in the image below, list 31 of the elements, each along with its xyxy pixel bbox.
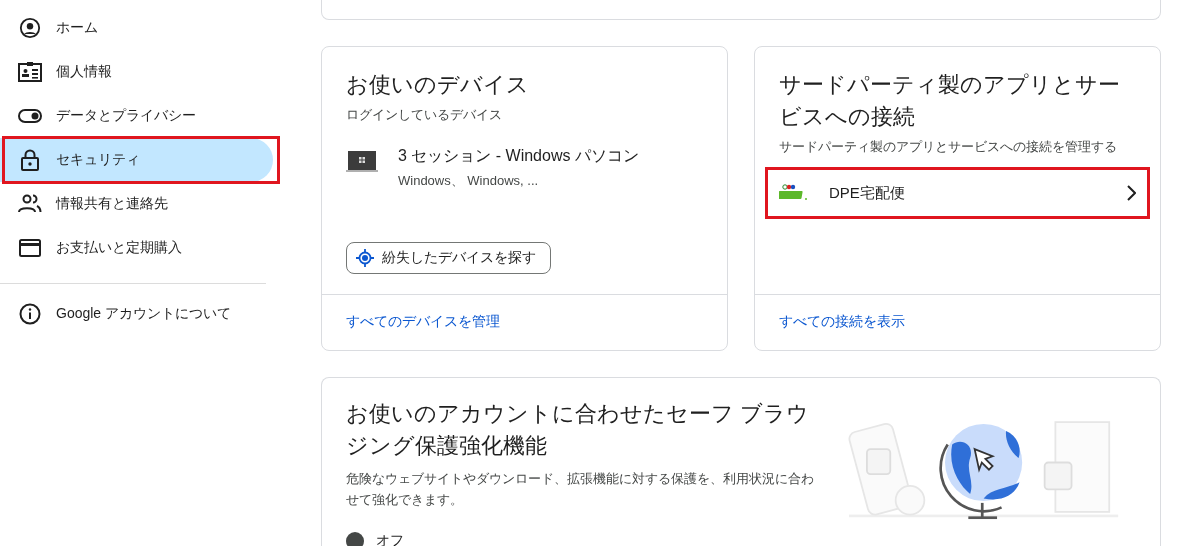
status-icon — [346, 532, 364, 546]
card-title: サードパーティ製のアプリとサービスへの接続 — [779, 71, 1121, 131]
laptop-icon — [346, 149, 378, 175]
card-subtitle: サードパーティ製のアプリとサービスへの接続を管理する — [779, 138, 1118, 156]
nav-item[interactable]: お支払いと定期購入 — [0, 226, 273, 270]
device-name: 3 セッション - Windows パソコン — [398, 146, 639, 166]
people-icon — [18, 194, 42, 214]
show-connections-link[interactable]: すべての接続を表示 — [755, 295, 929, 350]
find-device-button[interactable]: 紛失したデバイスを探す — [346, 242, 551, 274]
info-icon — [19, 303, 41, 325]
nav-item[interactable]: データとプライバシー — [0, 94, 273, 138]
app-row[interactable]: DPE宅配便 — [767, 169, 1148, 217]
status-label: オフ — [376, 532, 404, 546]
lock-icon — [21, 149, 39, 171]
manage-devices-link[interactable]: すべてのデバイスを管理 — [322, 295, 524, 350]
card-description: 危険なウェブサイトやダウンロード、拡張機能に対する保護を、利用状況に合わせて強化できます。 — [346, 470, 815, 509]
card-subtitle: ログインしているデバイス — [346, 106, 503, 124]
toggle-icon — [18, 109, 42, 123]
nav-item[interactable]: ホーム — [0, 6, 273, 50]
card-title: お使いのデバイス — [346, 71, 530, 99]
nav-item[interactable]: 個人情報 — [0, 50, 273, 94]
nav-item[interactable]: 情報共有と連絡先 — [0, 182, 273, 226]
card-title: お使いのアカウントに合わせたセーフ ブラウジング保護強化機能 — [346, 400, 811, 460]
chevron-right-icon — [1126, 185, 1136, 201]
nav-item[interactable]: Google アカウントについて — [0, 292, 273, 336]
device-detail: Windows、 Windows, ... — [398, 172, 540, 190]
credit-card-icon — [19, 239, 41, 257]
id-card-icon — [18, 61, 42, 83]
app-logo-icon — [779, 184, 807, 202]
location-icon — [356, 249, 374, 267]
account-circle-icon — [19, 17, 41, 39]
